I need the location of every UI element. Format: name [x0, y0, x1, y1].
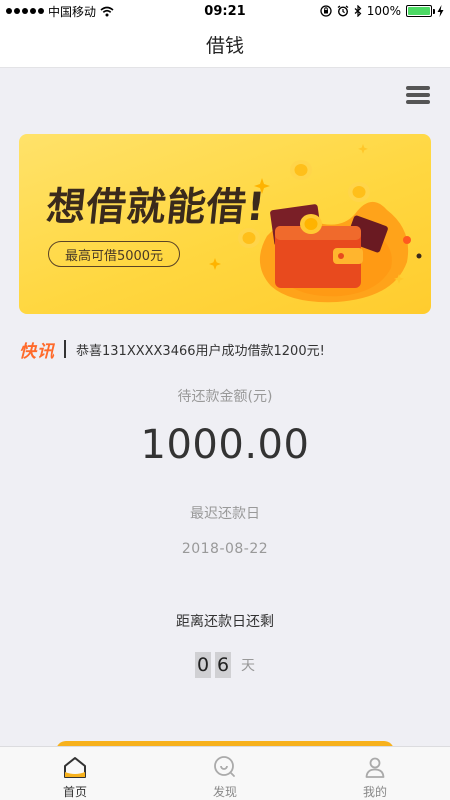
- home-icon: [64, 757, 86, 778]
- hamburger-menu-icon[interactable]: [406, 84, 430, 106]
- promo-banner[interactable]: 想借就能借! 最高可借5000元: [19, 134, 431, 314]
- profile-icon: [365, 757, 385, 778]
- battery-icon: [406, 5, 435, 17]
- carrier-name: 中国移动: [48, 4, 97, 19]
- days-remaining-label: 距离还款日还剩: [176, 614, 274, 630]
- status-bar: 中国移动 09:21 100%: [0, 0, 450, 22]
- page-title: 借钱: [205, 35, 244, 57]
- latest-due-date: 2018-08-22: [181, 541, 269, 557]
- ticker-message: 恭喜131XXXX3466用户成功借款1200元!: [76, 343, 325, 359]
- status-right: 100%: [320, 4, 444, 18]
- status-left: 中国移动: [6, 3, 114, 20]
- max-loan-badge: 最高可借5000元: [48, 241, 180, 267]
- days-unit: 天: [241, 658, 255, 674]
- charging-bolt-icon: [437, 5, 444, 17]
- due-amount-value: 1000.00: [140, 422, 310, 468]
- rotation-lock-icon: [320, 5, 332, 17]
- due-amount-label: 待还款金额(元): [177, 389, 273, 405]
- countdown-digit: 6: [215, 652, 231, 678]
- tab-label: 发现: [212, 785, 237, 799]
- ticker-badge: 快讯: [19, 341, 55, 362]
- tab-bar: 首页 发现 我的: [0, 746, 450, 800]
- tab-label: 首页: [62, 785, 87, 799]
- battery-percent: 100%: [366, 4, 401, 18]
- alarm-icon: [337, 5, 349, 17]
- latest-due-label: 最迟还款日: [190, 506, 260, 522]
- signal-dots-icon: [6, 8, 44, 14]
- ticker-divider: [64, 340, 66, 358]
- tab-profile[interactable]: 我的: [300, 747, 450, 800]
- tab-home[interactable]: 首页: [0, 747, 150, 800]
- nav-bar: 借钱: [0, 22, 450, 68]
- tab-label: 我的: [362, 785, 387, 799]
- tab-discover[interactable]: 发现: [150, 747, 300, 800]
- wifi-icon: [100, 6, 114, 16]
- discover-icon: [214, 756, 235, 777]
- bluetooth-icon: [354, 5, 362, 17]
- banner-headline: 想借就能借!: [44, 185, 268, 230]
- days-countdown: 0 6 天: [0, 652, 450, 678]
- news-ticker: 快讯 恭喜131XXXX3466用户成功借款1200元!: [19, 338, 431, 362]
- countdown-digit: 0: [195, 652, 211, 678]
